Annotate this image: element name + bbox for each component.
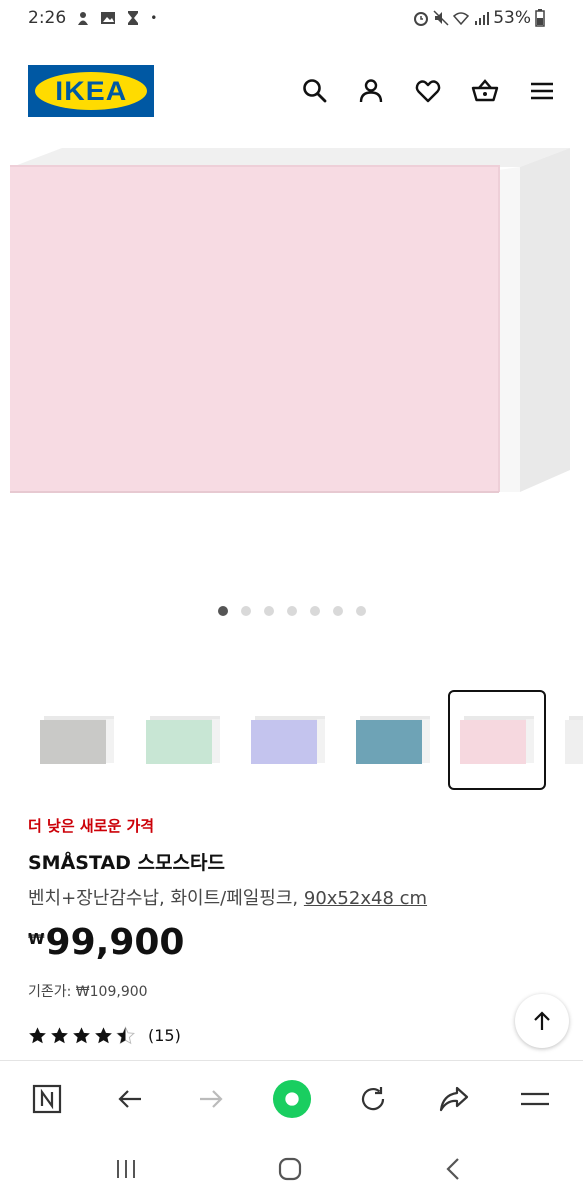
home-icon[interactable] [272, 1154, 308, 1184]
color-thumbnails [0, 690, 583, 792]
product-rating[interactable]: (15) [28, 1026, 181, 1045]
product-price: ₩ 99,900 [28, 922, 184, 963]
pagination-dot[interactable] [218, 606, 228, 616]
review-count: (15) [148, 1026, 181, 1045]
product-image[interactable] [0, 140, 583, 610]
star-icon [29, 1027, 46, 1044]
site-header: IKEA [0, 60, 583, 122]
hourglass-icon [128, 11, 139, 25]
pagination-dot[interactable] [333, 606, 343, 616]
arrow-up-icon [534, 1011, 550, 1030]
regular-price: 기존가: ₩109,900 [28, 984, 148, 1000]
pagination-dot[interactable] [310, 606, 320, 616]
price-amount: 99,900 [45, 922, 185, 963]
battery-icon [535, 9, 545, 27]
menu-icon[interactable] [528, 77, 556, 105]
thumbnail-partial[interactable] [555, 690, 583, 790]
home-icon[interactable] [272, 1079, 312, 1119]
back-arrow-icon[interactable] [110, 1079, 150, 1119]
signal-icon [475, 12, 490, 25]
battery-level: 53% [493, 8, 531, 28]
menu-icon[interactable] [515, 1079, 555, 1119]
product-description: 벤치+장난감수납, 화이트/페일핑크, 90x52x48 cm [28, 888, 428, 909]
star-icon [73, 1027, 90, 1044]
scroll-to-top-button[interactable] [515, 994, 569, 1048]
dot-icon: • [150, 11, 158, 25]
n-tab-icon[interactable] [27, 1079, 67, 1119]
pagination-dot[interactable] [264, 606, 274, 616]
image-icon [101, 12, 116, 24]
thumbnail-grey[interactable] [28, 690, 126, 790]
status-bar: 2:26 • 53% [0, 0, 583, 36]
star-icon [95, 1027, 112, 1044]
star-icon [51, 1027, 68, 1044]
image-pagination [218, 606, 366, 616]
back-icon[interactable] [436, 1154, 472, 1184]
ikea-logo[interactable]: IKEA [28, 65, 154, 117]
forward-arrow-icon[interactable] [191, 1079, 231, 1119]
promo-label: 더 낮은 새로운 가격 [28, 817, 155, 835]
browser-toolbar [0, 1060, 583, 1136]
wifi-icon [453, 12, 470, 26]
thumbnail-mint[interactable] [134, 690, 232, 790]
product-name: SMÅSTAD 스모스타드 [28, 852, 225, 874]
share-icon[interactable] [434, 1079, 474, 1119]
logo-text: IKEA [55, 75, 127, 106]
product-size-link[interactable]: 90x52x48 cm [304, 888, 427, 909]
mute-icon [433, 10, 449, 26]
system-navigation-bar [0, 1136, 583, 1200]
cart-icon[interactable] [471, 77, 499, 105]
thumbnail-lilac[interactable] [239, 690, 337, 790]
recent-apps-icon[interactable] [108, 1154, 144, 1184]
pagination-dot[interactable] [287, 606, 297, 616]
user-icon[interactable] [357, 77, 385, 105]
thumbnail-blue[interactable] [344, 690, 442, 790]
half-star-icon [116, 1026, 135, 1045]
notification-icon [78, 12, 89, 25]
pagination-dot[interactable] [241, 606, 251, 616]
alarm-icon [414, 12, 429, 26]
heart-icon[interactable] [414, 77, 442, 105]
thumbnail-pink[interactable] [448, 690, 546, 790]
clock: 2:26 [28, 8, 67, 28]
reload-icon[interactable] [353, 1079, 393, 1119]
pagination-dot[interactable] [356, 606, 366, 616]
currency-symbol: ₩ [28, 930, 45, 948]
bench-illustration [10, 148, 570, 493]
search-icon[interactable] [301, 77, 329, 105]
